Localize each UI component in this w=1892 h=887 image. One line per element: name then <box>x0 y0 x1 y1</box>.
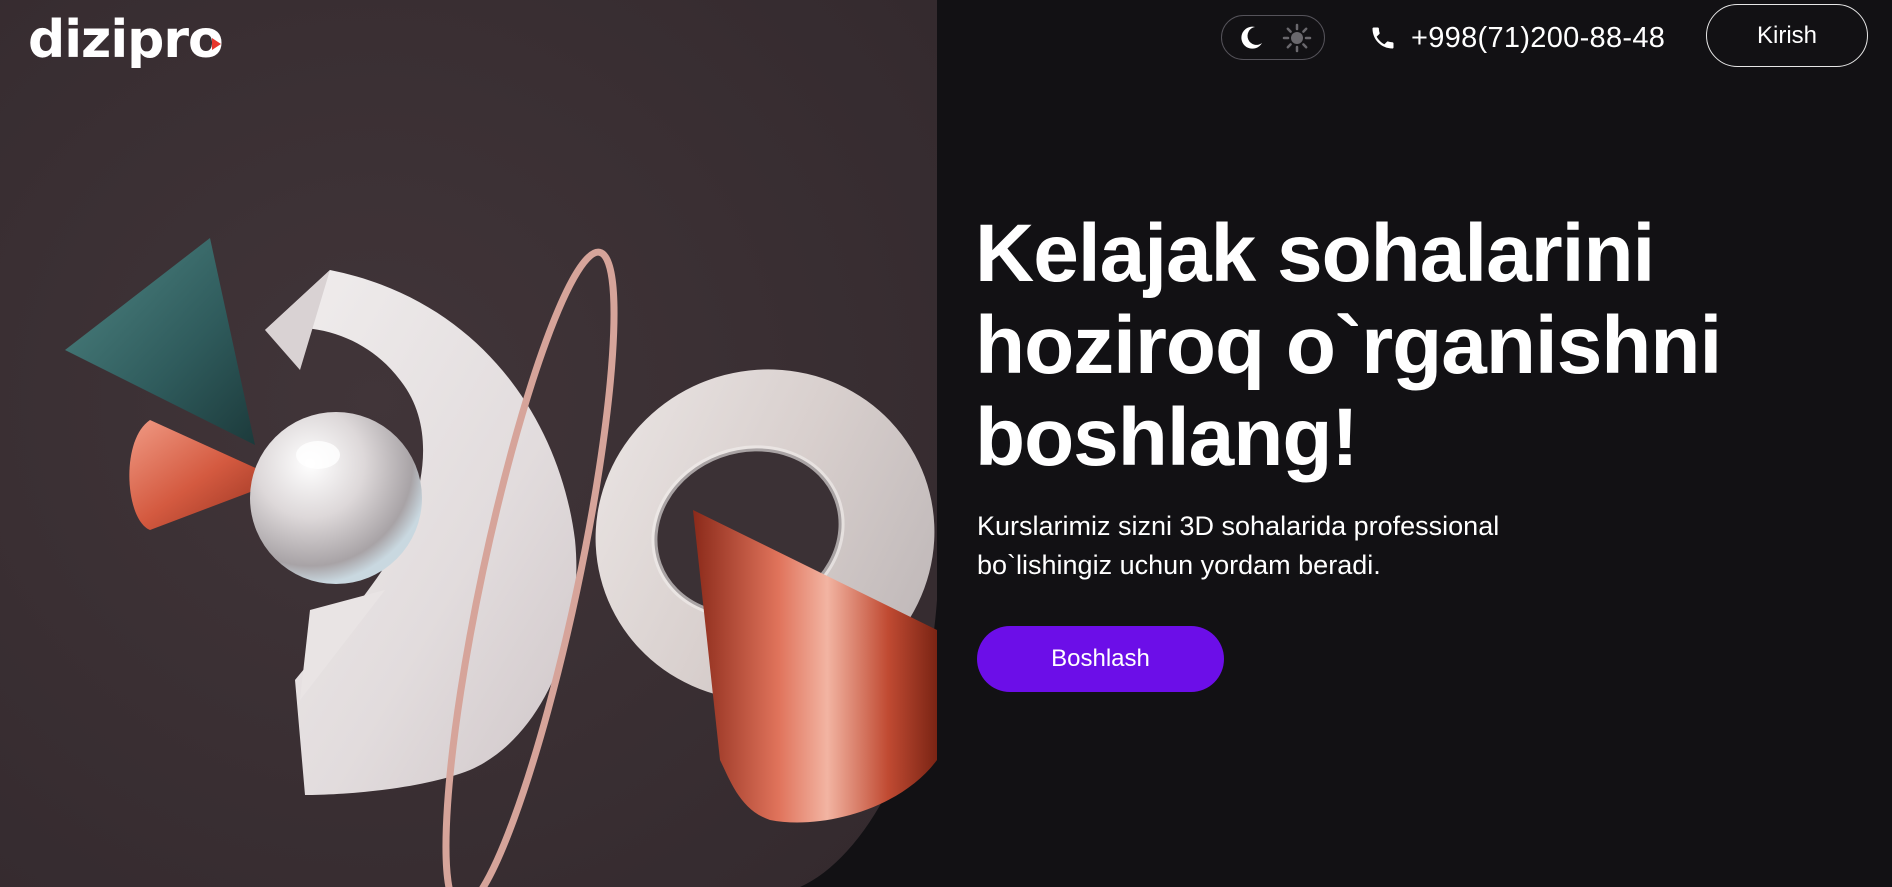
theme-toggle[interactable] <box>1221 15 1325 60</box>
hero-title: Kelajak sohalarini hoziroq o`rganishni b… <box>975 208 1855 484</box>
hero-subtitle-line: bo`lishingiz uchun yordam beradi. <box>977 550 1381 580</box>
hero-subtitle: Kurslarimiz sizni 3D sohalarida professi… <box>977 507 1577 585</box>
sphere-highlight <box>296 441 340 469</box>
sun-icon[interactable] <box>1282 23 1312 53</box>
hero-title-line: Kelajak sohalarini <box>975 208 1655 299</box>
hero-3d-art <box>0 0 937 887</box>
moon-icon[interactable] <box>1236 23 1266 53</box>
brand-logo[interactable]: dizipro <box>28 8 224 72</box>
landing-page: dizipro +998(71)200-88-48 Kirish Kelajak… <box>0 0 1892 887</box>
hero-title-line: hoziroq o`rganishni <box>975 300 1722 391</box>
hero-title-line: boshlang! <box>975 392 1359 483</box>
hero-subtitle-line: Kurslarimiz sizni 3D sohalarida professi… <box>977 511 1500 541</box>
phone-icon <box>1369 24 1397 52</box>
phone-number[interactable]: +998(71)200-88-48 <box>1411 22 1665 55</box>
login-button[interactable]: Kirish <box>1706 4 1868 67</box>
hero-illustration <box>0 0 937 887</box>
phone-link[interactable]: +998(71)200-88-48 <box>1369 20 1665 56</box>
logo-accent-triangle <box>212 38 221 50</box>
glass-sphere <box>250 412 422 584</box>
start-button[interactable]: Boshlash <box>977 626 1224 692</box>
